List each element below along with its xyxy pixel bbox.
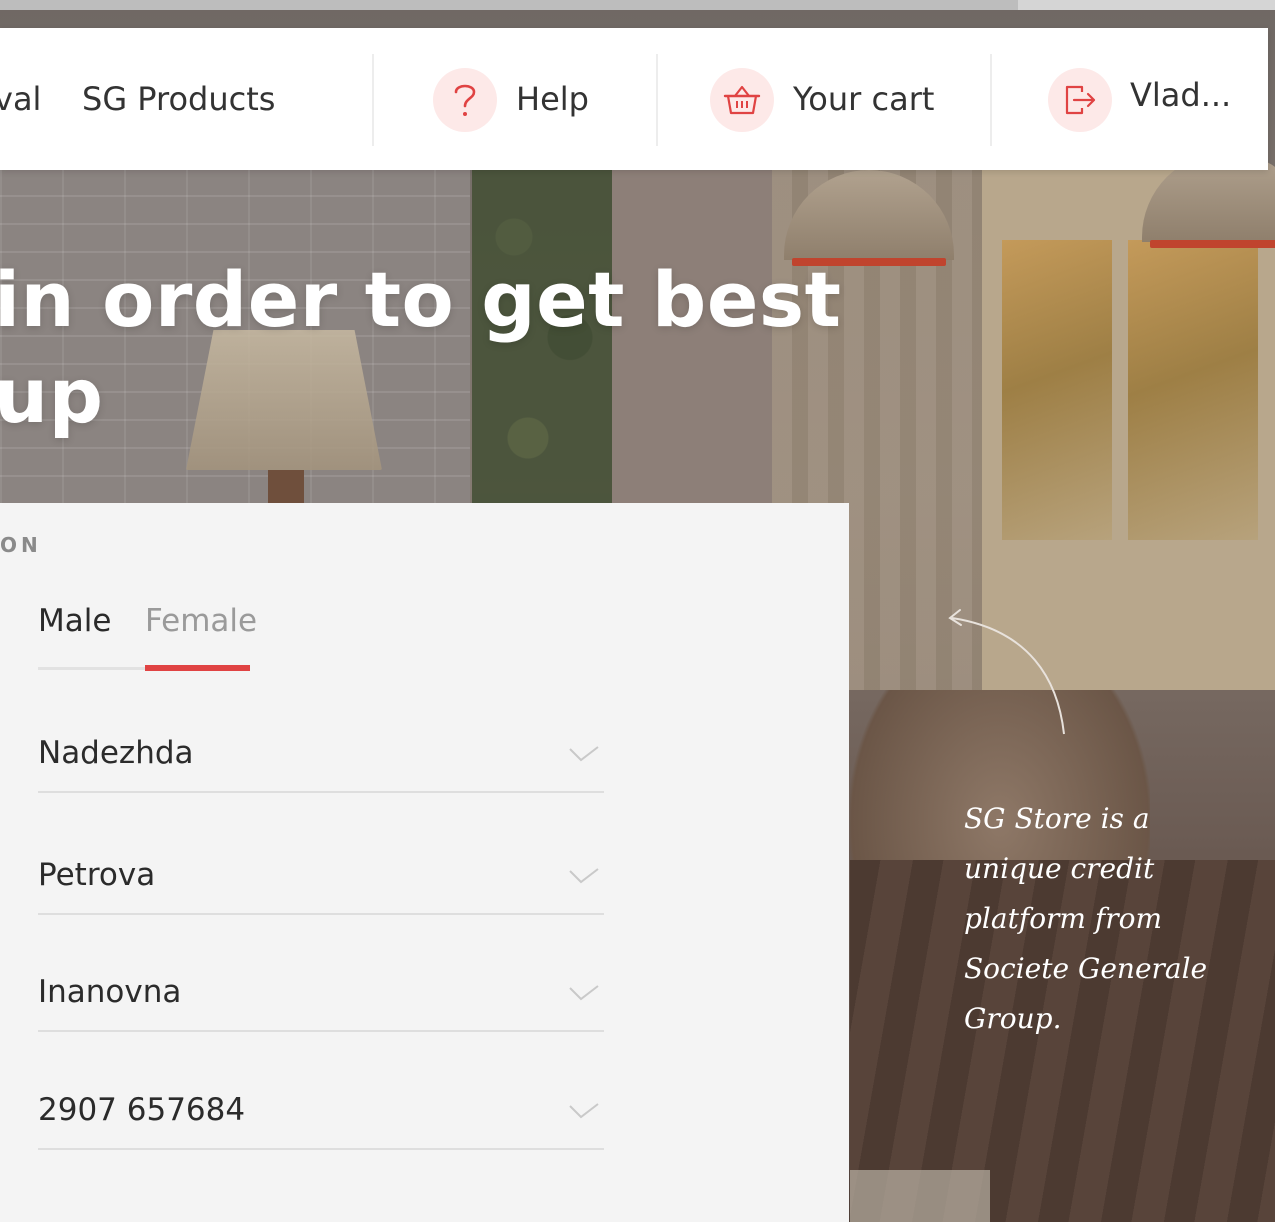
section-label: ON — [0, 533, 42, 557]
rug — [850, 1170, 990, 1222]
check-icon — [569, 985, 599, 1001]
passport-number-field[interactable]: 2907 657684 — [38, 1068, 604, 1150]
personal-info-form: ON Male Female Nadezhda Petrova Inanovna… — [0, 503, 849, 1222]
nav-link-help[interactable]: Help — [516, 28, 589, 170]
logout-icon[interactable] — [1048, 68, 1112, 132]
check-icon — [569, 1103, 599, 1119]
tab-female[interactable]: Female — [145, 603, 257, 639]
tab-male[interactable]: Male — [38, 603, 111, 639]
question-mark-icon[interactable] — [433, 68, 497, 132]
top-navigation: val SG Products Help Your cart Vlad... — [0, 28, 1268, 170]
check-icon — [569, 746, 599, 762]
nav-divider — [990, 54, 992, 146]
selected-tab-indicator — [145, 665, 250, 671]
nav-link-partial[interactable]: val — [0, 28, 41, 170]
field-value: 2907 657684 — [38, 1092, 246, 1128]
browser-top-strip — [0, 0, 1275, 10]
promo-caption: SG Store is a unique credit platform fro… — [964, 802, 1208, 1035]
first-name-field[interactable]: Nadezhda — [38, 711, 604, 793]
hero-heading: in order to get best up — [0, 252, 841, 444]
nav-link-sg-products[interactable]: SG Products — [82, 28, 275, 170]
basket-icon[interactable] — [710, 68, 774, 132]
curved-arrow-icon — [948, 609, 1065, 735]
field-value: Nadezhda — [38, 735, 194, 771]
check-icon — [569, 868, 599, 884]
gender-selector: Male Female — [38, 603, 257, 673]
nav-link-user[interactable]: Vlad... — [1130, 24, 1231, 166]
nav-divider — [656, 54, 658, 146]
field-value: Inanovna — [38, 974, 182, 1010]
middle-name-field[interactable]: Inanovna — [38, 950, 604, 1032]
lamp-base — [268, 470, 304, 504]
nav-link-cart[interactable]: Your cart — [793, 28, 934, 170]
hero-line-2: up — [0, 351, 104, 440]
field-value: Petrova — [38, 857, 156, 893]
nav-divider — [372, 54, 374, 146]
hero-line-1: in order to get best — [0, 255, 842, 344]
last-name-field[interactable]: Petrova — [38, 833, 604, 915]
